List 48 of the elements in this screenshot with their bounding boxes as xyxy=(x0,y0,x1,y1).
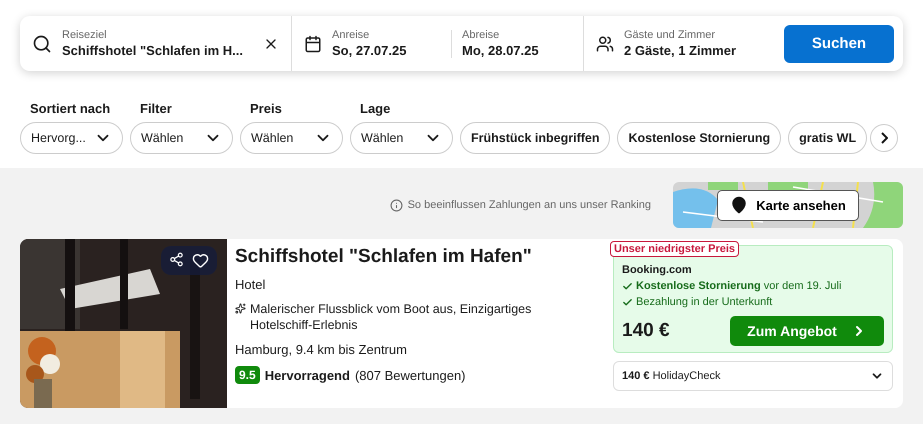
field-label: Reiseziel xyxy=(62,29,108,41)
perk-text: Kostenlose Stornierung vor dem 19. Juli xyxy=(636,280,842,292)
guests-field[interactable]: 2 Gäste, 1 Zimmer xyxy=(624,43,762,58)
checkin-field[interactable]: So, 27.07.25 xyxy=(332,43,441,58)
field-label: Anreise xyxy=(332,29,370,41)
lowest-price-badge: Unser niedrigster Preis xyxy=(610,241,740,257)
checkout-field[interactable]: Mo, 28.07.25 xyxy=(462,43,571,58)
check-icon xyxy=(622,296,633,308)
perk-text: Bezahlung in der Unterkunft xyxy=(636,296,772,308)
filter-label: Filter xyxy=(139,101,173,116)
next-button[interactable] xyxy=(870,124,898,152)
filter-dropdown[interactable]: Wählen xyxy=(240,122,343,154)
filter-chip[interactable]: Frühstück inbegriffen xyxy=(460,122,610,154)
location-text: Hamburg, 9.4 km bis Zentrum xyxy=(235,342,408,357)
highlight-text: Malerischer Flussblick vom Boot aus, Einzigartiges Hotelschiff-Erlebnis xyxy=(250,301,532,333)
heart-icon[interactable] xyxy=(192,252,209,269)
rating-score: 9.5 xyxy=(235,366,260,384)
hotel-name[interactable]: Schiffshotel "Schlafen im Hafen" xyxy=(235,246,605,268)
search-icon xyxy=(32,34,52,54)
sparkle-icon xyxy=(235,303,246,314)
field-label: Gäste und Zimmer xyxy=(624,29,716,41)
field-label: Abreise xyxy=(462,29,500,41)
filter-label: Lage xyxy=(359,101,392,116)
map-pin-icon xyxy=(730,196,748,214)
calendar-icon xyxy=(304,34,322,52)
filter-chip[interactable]: gratis WL xyxy=(788,122,868,154)
filter-dropdown[interactable]: Wählen xyxy=(130,122,233,154)
info-icon xyxy=(390,198,403,212)
filter-label: Preis xyxy=(249,101,283,116)
destination-field[interactable]: Schiffshotel "Schlafen im H... xyxy=(62,43,253,58)
provider-name: Booking.com xyxy=(622,264,693,276)
hotel-type: Hotel xyxy=(235,277,266,292)
other-offer-dropdown[interactable]: 140 € HolidayCheck xyxy=(613,361,893,391)
price: 140 € xyxy=(622,320,670,342)
review-count: (807 Bewertungen) xyxy=(354,368,466,382)
filter-dropdown[interactable]: Hervorg... xyxy=(20,122,123,154)
rating-label: Hervorragend xyxy=(264,368,350,382)
people-icon xyxy=(596,34,614,52)
offer-button[interactable]: Zum Angebot xyxy=(730,316,884,346)
chevron-right-icon xyxy=(880,132,888,144)
filter-chip[interactable]: Kostenlose Stornierung xyxy=(617,122,782,154)
filter-dropdown[interactable]: Wählen xyxy=(350,122,453,154)
ranking-info-link[interactable]: So beeinflussen Zahlungen an uns unser Ranking xyxy=(390,198,651,212)
search-button[interactable]: Suchen xyxy=(784,24,894,62)
check-icon xyxy=(622,280,633,292)
share-icon[interactable] xyxy=(169,252,184,267)
map-button[interactable]: Karte ansehen xyxy=(717,190,859,220)
filter-label: Sortiert nach xyxy=(29,101,112,116)
